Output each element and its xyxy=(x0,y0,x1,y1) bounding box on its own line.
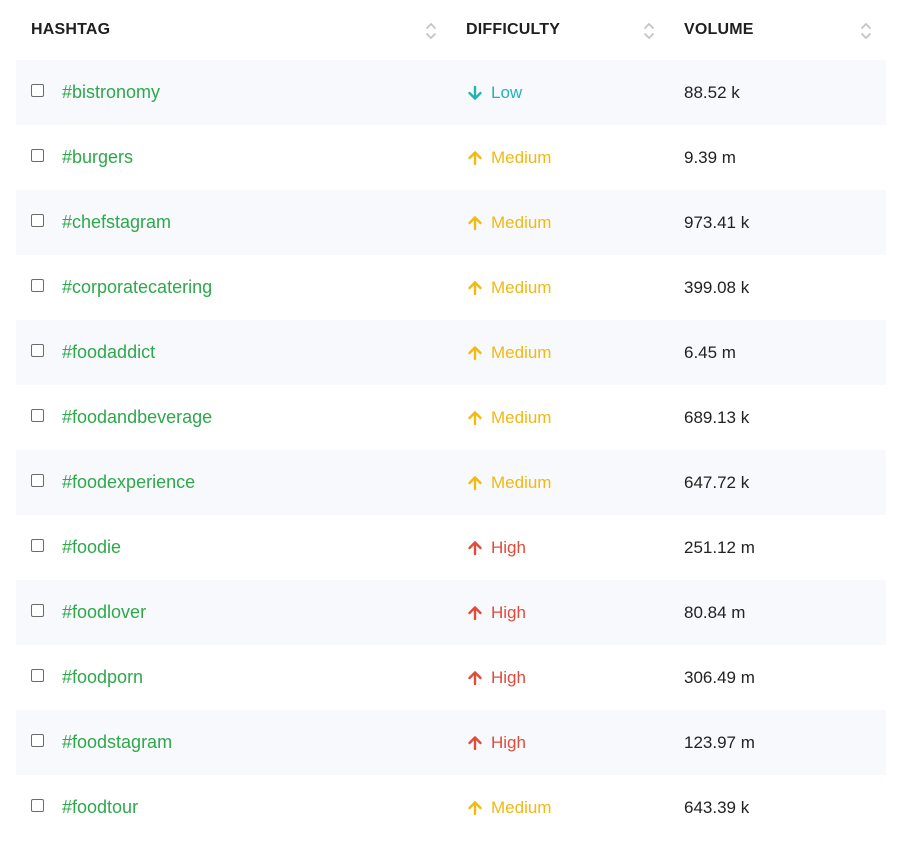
arrow-up-icon xyxy=(466,214,484,232)
table-row: #foodstagram High 123.97 m xyxy=(16,710,886,775)
difficulty-label: Medium xyxy=(491,277,552,297)
row-checkbox[interactable] xyxy=(31,214,44,227)
hashtag-link[interactable]: #corporatecatering xyxy=(62,255,212,320)
hashtag-link[interactable]: #foodandbeverage xyxy=(62,385,212,450)
table-row: #chefstagram Medium 973.41 k xyxy=(16,190,886,255)
volume-value: 643.39 k xyxy=(684,798,750,817)
difficulty-cell: Medium xyxy=(466,450,551,515)
difficulty-cell: Medium xyxy=(466,385,551,450)
table-row: #foodandbeverage Medium 689.13 k xyxy=(16,385,886,450)
difficulty-label: Medium xyxy=(491,797,552,817)
row-checkbox[interactable] xyxy=(31,149,44,162)
difficulty-cell: High xyxy=(466,710,526,775)
table-row: #burgers Medium 9.39 m xyxy=(16,125,886,190)
row-checkbox[interactable] xyxy=(31,734,44,747)
volume-value: 123.97 m xyxy=(684,733,755,752)
row-checkbox[interactable] xyxy=(31,409,44,422)
hashtag-link[interactable]: #bistronomy xyxy=(62,60,160,125)
difficulty-label: High xyxy=(491,667,526,687)
difficulty-label: High xyxy=(491,732,526,752)
column-header-difficulty-label: DIFFICULTY xyxy=(466,21,561,38)
hashtag-link[interactable]: #foodlover xyxy=(62,580,146,645)
sort-updown-icon[interactable] xyxy=(643,21,655,41)
table-row: #bistronomy Low 88.52 k xyxy=(16,60,886,125)
hashtag-link[interactable]: #foodexperience xyxy=(62,450,195,515)
hashtag-link[interactable]: #foodstagram xyxy=(62,710,172,775)
arrow-up-icon xyxy=(466,149,484,167)
row-checkbox[interactable] xyxy=(31,344,44,357)
table-row: #corporatecatering Medium 399.08 k xyxy=(16,255,886,320)
difficulty-cell: Medium xyxy=(466,125,551,190)
difficulty-cell: High xyxy=(466,645,526,710)
hashtag-link[interactable]: #foodporn xyxy=(62,645,143,710)
difficulty-cell: Medium xyxy=(466,255,551,320)
difficulty-label: High xyxy=(491,602,526,622)
table-row: #foodaddict Medium 6.45 m xyxy=(16,320,886,385)
hashtag-link[interactable]: #foodtour xyxy=(62,775,138,840)
volume-value: 80.84 m xyxy=(684,603,746,622)
arrow-up-icon xyxy=(466,539,484,557)
row-checkbox[interactable] xyxy=(31,539,44,552)
difficulty-label: Medium xyxy=(491,212,552,232)
column-header-volume-label: VOLUME xyxy=(684,21,754,38)
arrow-up-icon xyxy=(466,279,484,297)
arrow-down-icon xyxy=(466,84,484,102)
column-header-hashtag[interactable]: HASHTAG xyxy=(31,0,441,60)
difficulty-label: Medium xyxy=(491,147,552,167)
arrow-up-icon xyxy=(466,604,484,622)
row-checkbox[interactable] xyxy=(31,799,44,812)
difficulty-label: Medium xyxy=(491,472,552,492)
hashtag-link[interactable]: #foodie xyxy=(62,515,121,580)
column-header-volume[interactable]: VOLUME xyxy=(684,0,876,60)
hashtag-link[interactable]: #chefstagram xyxy=(62,190,171,255)
table-row: #foodtour Medium 643.39 k xyxy=(16,775,886,840)
difficulty-cell: Medium xyxy=(466,775,551,840)
arrow-up-icon xyxy=(466,474,484,492)
arrow-up-icon xyxy=(466,669,484,687)
difficulty-cell: High xyxy=(466,515,526,580)
arrow-up-icon xyxy=(466,344,484,362)
table-header: HASHTAG DIFFICULTY VOLUME xyxy=(0,0,902,60)
row-checkbox[interactable] xyxy=(31,279,44,292)
row-checkbox[interactable] xyxy=(31,669,44,682)
table-row: #foodie High 251.12 m xyxy=(16,515,886,580)
column-header-hashtag-label: HASHTAG xyxy=(31,21,111,38)
difficulty-cell: High xyxy=(466,580,526,645)
sort-updown-icon[interactable] xyxy=(425,21,437,41)
hashtag-link[interactable]: #foodaddict xyxy=(62,320,155,385)
difficulty-cell: Low xyxy=(466,60,522,125)
table-row: #foodporn High 306.49 m xyxy=(16,645,886,710)
volume-value: 306.49 m xyxy=(684,668,755,687)
volume-value: 6.45 m xyxy=(684,343,736,362)
row-checkbox[interactable] xyxy=(31,604,44,617)
volume-value: 399.08 k xyxy=(684,278,750,297)
volume-value: 88.52 k xyxy=(684,83,740,102)
volume-value: 251.12 m xyxy=(684,538,755,557)
table-row: #foodexperience Medium 647.72 k xyxy=(16,450,886,515)
difficulty-label: Medium xyxy=(491,407,552,427)
volume-value: 689.13 k xyxy=(684,408,750,427)
hashtag-table: HASHTAG DIFFICULTY VOLUME #bistronomy Low… xyxy=(0,0,902,840)
volume-value: 647.72 k xyxy=(684,473,750,492)
arrow-up-icon xyxy=(466,799,484,817)
table-body: #bistronomy Low 88.52 k #burgers Medium 9.39 … xyxy=(0,60,902,840)
column-header-difficulty[interactable]: DIFFICULTY xyxy=(466,0,658,60)
difficulty-cell: Medium xyxy=(466,190,551,255)
volume-value: 973.41 k xyxy=(684,213,750,232)
row-checkbox[interactable] xyxy=(31,474,44,487)
arrow-up-icon xyxy=(466,409,484,427)
table-row: #foodlover High 80.84 m xyxy=(16,580,886,645)
difficulty-label: Medium xyxy=(491,342,552,362)
hashtag-link[interactable]: #burgers xyxy=(62,125,133,190)
difficulty-cell: Medium xyxy=(466,320,551,385)
difficulty-label: High xyxy=(491,537,526,557)
sort-updown-icon[interactable] xyxy=(860,21,872,41)
volume-value: 9.39 m xyxy=(684,148,736,167)
row-checkbox[interactable] xyxy=(31,84,44,97)
difficulty-label: Low xyxy=(491,82,523,102)
arrow-up-icon xyxy=(466,734,484,752)
